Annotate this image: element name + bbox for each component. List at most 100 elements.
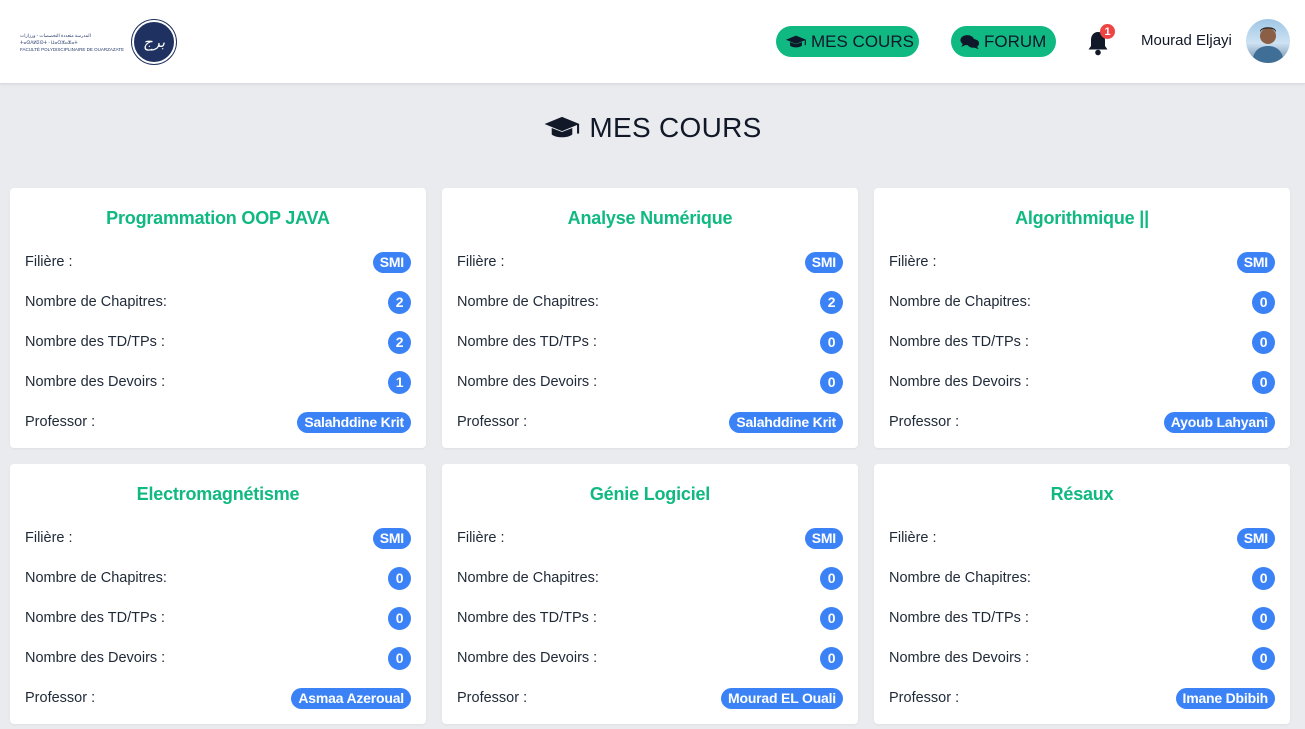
user-name[interactable]: Mourad Eljayi [1141,32,1232,49]
devoirs-count-badge: 0 [820,646,843,670]
user-avatar[interactable] [1246,19,1290,63]
course-chapitres-row: Nombre de Chapitres: 2 [25,282,411,322]
devoirs-count-badge: 1 [388,370,411,394]
tdtps-label: Nombre des TD/TPs : [457,610,597,626]
nav-mes-cours-label: MES COURS [811,31,914,51]
professor-badge: Salahddine Krit [297,411,411,433]
filiere-label: Filière : [457,254,505,270]
course-filiere-row: Filière : SMI [457,242,843,282]
page-title: MES COURS [0,112,1305,144]
avatar-person-icon [1252,27,1284,63]
chapitres-count-badge: 2 [820,290,843,314]
chapitres-label: Nombre de Chapitres: [889,570,1031,586]
tdtps-count-badge: 0 [1252,330,1275,354]
logo-seal-icon: ﺑﺮﺝ [132,20,177,64]
course-chapitres-row: Nombre de Chapitres: 0 [889,282,1275,322]
course-card[interactable]: Génie Logiciel Filière : SMI Nombre de Ch… [442,464,858,724]
filiere-badge: SMI [804,251,843,273]
tdtps-label: Nombre des TD/TPs : [25,610,165,626]
course-title[interactable]: Analyse Numérique [457,188,843,242]
filiere-label: Filière : [25,530,73,546]
graduation-cap-icon [544,116,580,138]
devoirs-label: Nombre des Devoirs : [457,650,598,666]
filiere-label: Filière : [889,530,937,546]
chapitres-label: Nombre de Chapitres: [25,294,167,310]
course-tdtps-row: Nombre des TD/TPs : 0 [889,598,1275,638]
tdtps-label: Nombre des TD/TPs : [889,610,1029,626]
professor-label: Professor : [457,690,528,706]
filiere-label: Filière : [457,530,505,546]
chapitres-label: Nombre de Chapitres: [25,570,167,586]
devoirs-count-badge: 0 [820,370,843,394]
courses-grid: Programmation OOP JAVA Filière : SMI Nomb… [10,188,1291,724]
filiere-badge: SMI [1236,251,1275,273]
course-tdtps-row: Nombre des TD/TPs : 0 [889,322,1275,362]
course-professor-row: Professor : Ayoub Lahyani [889,402,1275,442]
chapitres-count-badge: 0 [388,566,411,590]
nav-forum-button[interactable]: FORUM [951,26,1056,57]
tdtps-count-badge: 0 [820,330,843,354]
course-professor-row: Professor : Asmaa Azeroual [25,678,411,718]
course-tdtps-row: Nombre des TD/TPs : 0 [457,322,843,362]
tdtps-count-badge: 0 [1252,606,1275,630]
chapitres-count-badge: 0 [820,566,843,590]
course-card[interactable]: Electromagnétisme Filière : SMI Nombre de… [10,464,426,724]
devoirs-count-badge: 0 [1252,370,1275,394]
tdtps-label: Nombre des TD/TPs : [457,334,597,350]
course-card[interactable]: Résaux Filière : SMI Nombre de Chapitres:… [874,464,1290,724]
filiere-badge: SMI [372,527,411,549]
course-chapitres-row: Nombre de Chapitres: 0 [25,558,411,598]
professor-label: Professor : [457,414,528,430]
course-professor-row: Professor : Salahddine Krit [25,402,411,442]
devoirs-label: Nombre des Devoirs : [889,650,1030,666]
course-title[interactable]: Electromagnétisme [25,464,411,518]
course-filiere-row: Filière : SMI [889,242,1275,282]
chapitres-label: Nombre de Chapitres: [889,294,1031,310]
filiere-label: Filière : [25,254,73,270]
professor-badge: Salahddine Krit [729,411,843,433]
course-filiere-row: Filière : SMI [25,518,411,558]
course-devoirs-row: Nombre des Devoirs : 0 [457,362,843,402]
chapitres-label: Nombre de Chapitres: [457,294,599,310]
professor-label: Professor : [889,414,960,430]
professor-label: Professor : [25,690,96,706]
tdtps-count-badge: 0 [820,606,843,630]
course-title[interactable]: Algorithmique || [889,188,1275,242]
professor-badge: Ayoub Lahyani [1163,411,1275,433]
logo-line-tifinagh: ⵜⴰⵙⴷⵍⵉⵙⵜ - ⵡⴰⵔⵣⴰⵣⴰⵜ [20,39,78,45]
course-card[interactable]: Programmation OOP JAVA Filière : SMI Nomb… [10,188,426,448]
course-tdtps-row: Nombre des TD/TPs : 0 [25,598,411,638]
tdtps-count-badge: 0 [388,606,411,630]
logo-line-french: FACULTÉ POLYDISCIPLINAIRE DE OUARZAZATE [20,46,125,52]
faculty-logo[interactable]: المدرسة متعددة التخصصات - ورزازات ⵜⴰⵙⴷⵍⵉ… [20,18,177,66]
professor-badge: Imane Dbibih [1175,687,1275,709]
devoirs-label: Nombre des Devoirs : [25,650,166,666]
notifications-button[interactable]: 1 [1087,24,1115,56]
course-chapitres-row: Nombre de Chapitres: 2 [457,282,843,322]
course-devoirs-row: Nombre des Devoirs : 0 [889,638,1275,678]
tdtps-label: Nombre des TD/TPs : [889,334,1029,350]
course-card[interactable]: Analyse Numérique Filière : SMI Nombre de… [442,188,858,448]
course-title[interactable]: Résaux [889,464,1275,518]
course-tdtps-row: Nombre des TD/TPs : 2 [25,322,411,362]
chapitres-count-badge: 2 [388,290,411,314]
nav-mes-cours-button[interactable]: MES COURS [776,26,919,57]
devoirs-count-badge: 0 [1252,646,1275,670]
course-chapitres-row: Nombre de Chapitres: 0 [889,558,1275,598]
course-title[interactable]: Génie Logiciel [457,464,843,518]
chapitres-count-badge: 0 [1252,566,1275,590]
professor-label: Professor : [25,414,96,430]
course-chapitres-row: Nombre de Chapitres: 0 [457,558,843,598]
course-devoirs-row: Nombre des Devoirs : 0 [25,638,411,678]
course-devoirs-row: Nombre des Devoirs : 0 [457,638,843,678]
logo-line-arabic: المدرسة متعددة التخصصات - ورزازات [20,32,91,38]
devoirs-label: Nombre des Devoirs : [889,374,1030,390]
course-card[interactable]: Algorithmique || Filière : SMI Nombre de … [874,188,1290,448]
nav-forum-label: FORUM [984,31,1047,51]
tdtps-count-badge: 2 [388,330,411,354]
filiere-badge: SMI [372,251,411,273]
logo-seal-text: ﺑﺮﺝ [142,33,166,51]
filiere-badge: SMI [1236,527,1275,549]
course-title[interactable]: Programmation OOP JAVA [25,188,411,242]
graduation-cap-icon [785,35,807,47]
